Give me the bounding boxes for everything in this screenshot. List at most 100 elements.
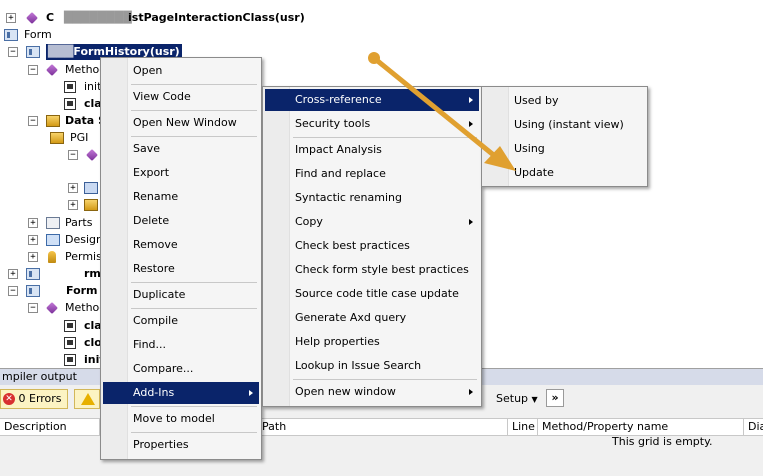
warning-icon	[81, 393, 95, 405]
menu-separator	[131, 84, 257, 85]
menu-item-save[interactable]: Save	[103, 138, 259, 160]
menu-item-view-code[interactable]: View Code	[103, 86, 259, 108]
tree-label-tail: istPageInteractionClass(usr)	[128, 11, 305, 24]
parts-icon	[46, 217, 60, 229]
menu-item-compare[interactable]: Compare...	[103, 358, 259, 380]
menu-separator	[131, 136, 257, 137]
collapse-toggle[interactable]: −	[68, 150, 78, 160]
menu-item-generate-axd-query[interactable]: Generate Axd query	[265, 307, 479, 329]
form-icon	[26, 268, 40, 280]
col-line[interactable]: Line	[508, 419, 538, 435]
menu-item-duplicate[interactable]: Duplicate	[103, 284, 259, 306]
expand-toggle[interactable]: +	[28, 235, 38, 245]
menu-item-label: Using	[514, 142, 545, 155]
menu-item-label: Rename	[133, 190, 179, 203]
col-dia[interactable]: Dia	[744, 419, 763, 435]
menu-item-label: Add-Ins	[133, 386, 175, 399]
menu-item-find-and-replace[interactable]: Find and replace	[265, 163, 479, 185]
menu-item-open[interactable]: Open	[103, 60, 259, 82]
menu-item-rename[interactable]: Rename	[103, 186, 259, 208]
menu-item-label: Security tools	[295, 117, 371, 130]
submenu-arrow-icon	[469, 219, 473, 225]
key-icon	[48, 251, 56, 263]
menu-item-security-tools[interactable]: Security tools	[265, 113, 479, 135]
tree-label: PGI	[70, 131, 89, 144]
menu-item-move-to-model[interactable]: Move to model	[103, 408, 259, 430]
methods-icon	[46, 64, 58, 76]
collapse-toggle[interactable]: −	[28, 116, 38, 126]
menu-item-properties[interactable]: Properties	[103, 434, 259, 456]
menu-item-open-new-window[interactable]: Open New Window	[103, 112, 259, 134]
menu-item-label: Export	[133, 166, 170, 179]
menu-item-check-best-practices[interactable]: Check best practices	[265, 235, 479, 257]
menu-item-find[interactable]: Find...	[103, 334, 259, 356]
expand-toggle[interactable]: +	[28, 218, 38, 228]
expand-toggle[interactable]: +	[28, 252, 38, 262]
form-icon	[26, 285, 40, 297]
obscured-prefix: ███	[48, 45, 74, 58]
menu-item-label: Delete	[133, 214, 170, 227]
errors-filter-button[interactable]: ✕ 0 Errors	[0, 389, 68, 409]
code-icon	[64, 354, 76, 366]
menu-separator	[293, 137, 477, 138]
menu-item-label: Using (instant view)	[514, 118, 624, 131]
menu-item-copy[interactable]: Copy	[265, 211, 479, 233]
menu-item-label: Properties	[133, 438, 189, 451]
menu-item-label: Help properties	[295, 335, 380, 348]
datasource-icon	[46, 115, 60, 127]
menu-item-help-properties[interactable]: Help properties	[265, 331, 479, 353]
tree-label-obscured: ████████	[64, 11, 132, 24]
submenu-arrow-icon	[469, 121, 473, 127]
setup-button[interactable]: Setup ▼	[496, 391, 538, 407]
collapse-toggle[interactable]: −	[28, 303, 38, 313]
menu-item-label: Impact Analysis	[295, 143, 382, 156]
collapse-toggle[interactable]: +	[6, 13, 16, 23]
tree-label: init	[84, 80, 102, 93]
menu-item-syntactic-renaming[interactable]: Syntactic renaming	[265, 187, 479, 209]
menu-item-label: Find and replace	[295, 167, 386, 180]
expand-toggle[interactable]: +	[68, 200, 78, 210]
errors-label: 0 Errors	[18, 392, 62, 405]
col-description[interactable]: Description	[0, 419, 100, 435]
warnings-filter-button[interactable]	[74, 389, 100, 409]
expand-toggle[interactable]: +	[8, 269, 18, 279]
menu-item-cross-reference[interactable]: Cross-reference	[265, 89, 479, 111]
collapse-toggle[interactable]: −	[28, 65, 38, 75]
code-icon	[64, 81, 76, 93]
collapse-toggle[interactable]: −	[8, 47, 18, 57]
menu-item-export[interactable]: Export	[103, 162, 259, 184]
context-menu: Open View Code Open New Window Save Expo…	[100, 57, 262, 460]
menu-separator	[131, 432, 257, 433]
menu-item-label: Open new window	[295, 385, 396, 398]
menu-item-label: Used by	[514, 94, 559, 107]
menu-item-check-form-style[interactable]: Check form style best practices	[265, 259, 479, 281]
error-icon: ✕	[3, 393, 15, 405]
menu-item-update[interactable]: Update	[484, 162, 645, 184]
form-icon	[26, 46, 40, 58]
tree-label: Parts	[65, 216, 93, 229]
menu-item-using-instant-view[interactable]: Using (instant view)	[484, 114, 645, 136]
class-icon	[26, 12, 38, 24]
tree-label: Form	[24, 28, 52, 41]
submenu-arrow-icon	[469, 389, 473, 395]
menu-item-impact-analysis[interactable]: Impact Analysis	[265, 139, 479, 161]
overflow-chevron-button[interactable]: »	[546, 389, 564, 407]
menu-item-label: Cross-reference	[295, 93, 382, 106]
menu-item-title-case-update[interactable]: Source code title case update	[265, 283, 479, 305]
collapse-toggle[interactable]: −	[8, 286, 18, 296]
menu-item-label: Save	[133, 142, 161, 155]
col-path[interactable]: Path	[258, 419, 508, 435]
menu-item-label: Lookup in Issue Search	[295, 359, 422, 372]
col-method-property[interactable]: Method/Property name	[538, 419, 744, 435]
menu-item-using[interactable]: Using	[484, 138, 645, 160]
expand-toggle[interactable]: +	[68, 183, 78, 193]
menu-item-add-ins[interactable]: Add-Ins	[103, 382, 259, 404]
menu-item-used-by[interactable]: Used by	[484, 90, 645, 112]
dropdown-arrow-icon: ▼	[531, 395, 538, 404]
menu-item-compile[interactable]: Compile	[103, 310, 259, 332]
menu-item-restore[interactable]: Restore	[103, 258, 259, 280]
menu-item-remove[interactable]: Remove	[103, 234, 259, 256]
menu-item-delete[interactable]: Delete	[103, 210, 259, 232]
menu-item-open-new-window[interactable]: Open new window	[265, 381, 479, 403]
menu-item-lookup-issue-search[interactable]: Lookup in Issue Search	[265, 355, 479, 377]
